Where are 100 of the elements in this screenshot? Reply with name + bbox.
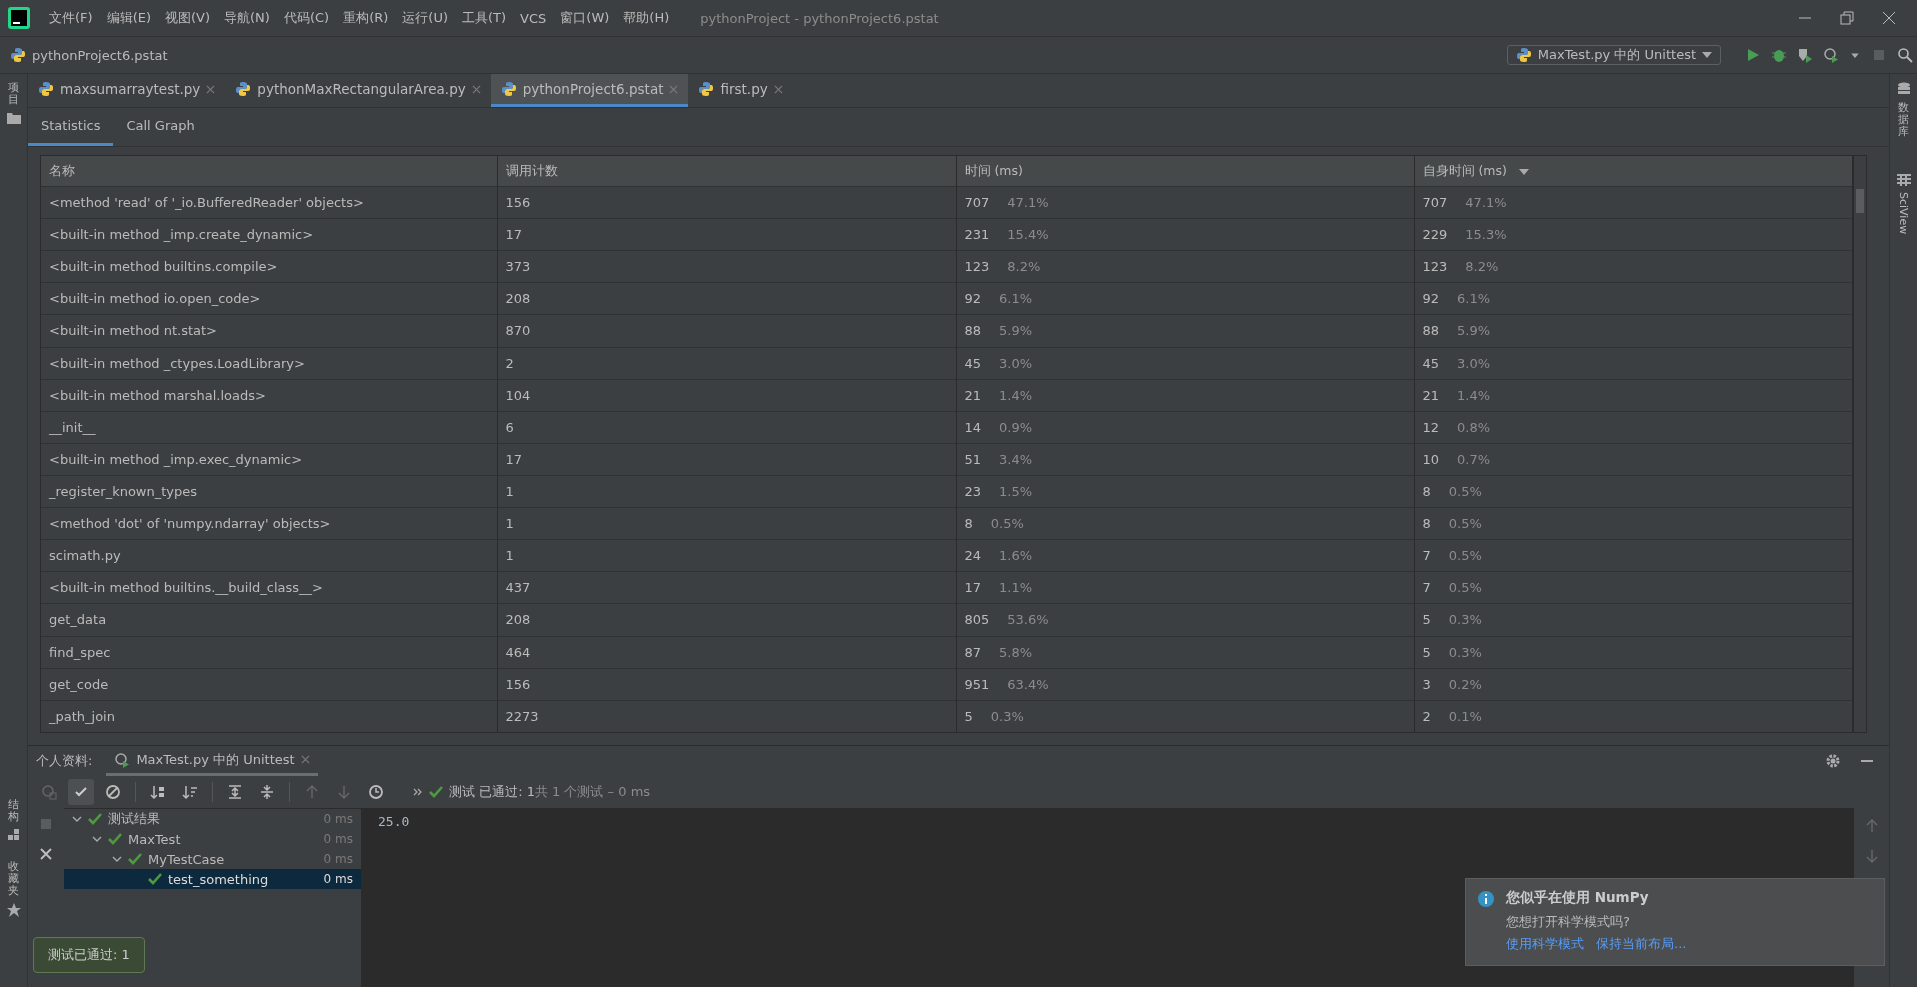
- close-icon[interactable]: [300, 755, 310, 764]
- percent-label: 0.5%: [1448, 548, 1482, 564]
- grid-icon[interactable]: [1896, 174, 1911, 187]
- expand-all-icon[interactable]: [227, 784, 243, 800]
- menu-item[interactable]: 编辑(E): [99, 9, 158, 27]
- folder-icon[interactable]: [6, 112, 21, 125]
- database-icon[interactable]: [1896, 82, 1911, 96]
- table-cell: get_data: [41, 603, 497, 637]
- editor-tab[interactable]: pythonMaxRectangularArea.py: [225, 74, 491, 107]
- bug-icon[interactable]: [1771, 47, 1787, 63]
- tool-window-tab[interactable]: SciView: [1897, 192, 1910, 235]
- menu-item[interactable]: 运行(U): [395, 9, 455, 27]
- settings-icon[interactable]: [1825, 753, 1841, 769]
- table-cell: 951: [964, 676, 990, 692]
- table-cell: 1: [497, 539, 956, 572]
- table-cell: 92: [964, 291, 982, 307]
- table-cell: <built-in method io.open_code>: [41, 282, 497, 315]
- editor-tab[interactable]: maxsumarraytest.py: [28, 74, 226, 107]
- editor-tab[interactable]: first.py: [688, 74, 793, 107]
- shield-run-icon[interactable]: [1797, 47, 1813, 63]
- clock-icon[interactable]: [368, 784, 384, 800]
- menu-item[interactable]: 帮助(H): [616, 9, 677, 27]
- column-header[interactable]: 调用计数: [497, 156, 956, 187]
- notification-link[interactable]: 保持当前布局...: [1596, 935, 1687, 953]
- double-chevron-icon[interactable]: [413, 788, 423, 796]
- menu-item[interactable]: 代码(C): [276, 9, 337, 27]
- clock-run-icon[interactable]: [1823, 47, 1839, 63]
- scrollbar-thumb[interactable]: [1856, 189, 1864, 213]
- tree-label: MaxTest: [128, 831, 181, 847]
- close-icon[interactable]: [773, 84, 783, 94]
- table-cell: _path_join: [41, 700, 497, 732]
- tree-item[interactable]: 测试结果 0 ms: [64, 809, 361, 829]
- clock-run-icon[interactable]: [114, 751, 131, 768]
- menu-item[interactable]: 重构(R): [336, 9, 396, 27]
- chevron-icon[interactable]: [92, 836, 102, 842]
- run-config-dropdown[interactable]: MaxTest.py 中的 Unittest: [1506, 45, 1721, 65]
- column-header[interactable]: 自身时间 (ms): [1414, 156, 1853, 187]
- tree-item[interactable]: MaxTest 0 ms: [64, 829, 361, 849]
- close-icon[interactable]: [471, 84, 481, 94]
- table-cell: <built-in method _imp.create_dynamic>: [41, 218, 497, 251]
- table-cell: 208: [497, 282, 956, 315]
- sort-alpha-icon[interactable]: [150, 784, 166, 800]
- chevron-icon[interactable]: [72, 816, 82, 822]
- percent-label: 5.9%: [999, 323, 1033, 339]
- cancel-icon[interactable]: [105, 784, 121, 800]
- restore-icon[interactable]: [1839, 10, 1855, 26]
- status-check-icon: [429, 786, 443, 798]
- table-cell: 6: [497, 411, 956, 444]
- close-icon[interactable]: [38, 846, 54, 862]
- menu-item[interactable]: 视图(V): [158, 9, 218, 27]
- table-cell: 3: [1422, 676, 1431, 692]
- column-header[interactable]: 时间 (ms): [956, 156, 1414, 187]
- percent-label: 6.1%: [1457, 291, 1491, 307]
- close-icon[interactable]: [1881, 10, 1897, 26]
- menu-item[interactable]: 导航(N): [217, 9, 277, 27]
- percent-label: 1.1%: [999, 580, 1033, 596]
- menu-item[interactable]: 文件(F): [42, 9, 100, 27]
- run-icon[interactable]: [1745, 47, 1761, 63]
- view-tab[interactable]: Call Graph: [113, 108, 208, 146]
- structure-icon[interactable]: [7, 828, 20, 841]
- notification-link[interactable]: 使用科学模式: [1506, 935, 1584, 953]
- table-cell: 707: [1422, 195, 1448, 211]
- search-icon[interactable]: [1897, 47, 1913, 63]
- table-cell: 14: [964, 419, 982, 435]
- percent-label: 1.6%: [999, 548, 1033, 564]
- table-cell: 10: [1422, 451, 1440, 467]
- tool-window-tab[interactable]: 项目: [8, 82, 19, 107]
- table-cell: get_code: [41, 668, 497, 701]
- percent-label: 0.7%: [1457, 451, 1491, 467]
- tool-window-tab[interactable]: 结构: [8, 798, 19, 823]
- tool-window-tab[interactable]: 数据库: [1898, 102, 1909, 139]
- table-cell: 23: [964, 484, 982, 500]
- close-icon[interactable]: [206, 84, 216, 94]
- table-cell: find_spec: [41, 636, 497, 669]
- breadcrumb[interactable]: pythonProject6.pstat: [32, 47, 168, 63]
- tree-item[interactable]: test_something 0 ms: [64, 869, 361, 889]
- table-cell: 21: [964, 387, 982, 403]
- menu-item[interactable]: 窗口(W): [553, 9, 617, 27]
- python-file-icon: [500, 81, 517, 97]
- app-logo: [8, 7, 30, 29]
- menu-item[interactable]: VCS: [513, 10, 554, 26]
- notification-title: 您似乎在使用 NumPy: [1506, 889, 1650, 907]
- percent-label: 63.4%: [1007, 676, 1049, 692]
- menu-item[interactable]: 工具(T): [455, 9, 514, 27]
- star-icon[interactable]: [6, 903, 21, 917]
- tool-window-tab[interactable]: 收藏夹: [8, 860, 19, 897]
- column-header[interactable]: 名称: [41, 156, 497, 187]
- table-cell: _register_known_types: [41, 475, 497, 508]
- view-tab[interactable]: Statistics: [28, 108, 114, 146]
- percent-label: 0.3%: [1448, 644, 1482, 660]
- chevron-icon[interactable]: [112, 856, 122, 862]
- editor-tab[interactable]: pythonProject6.pstat: [490, 74, 689, 107]
- run-tab[interactable]: MaxTest.py 中的 Unittest: [106, 746, 318, 776]
- table-cell: 231: [964, 227, 990, 243]
- percent-label: 0.5%: [1448, 580, 1482, 596]
- collapse-all-icon[interactable]: [259, 784, 275, 800]
- percent-label: 0.8%: [1457, 419, 1491, 435]
- tree-item[interactable]: MyTestCase 0 ms: [64, 849, 361, 869]
- table-cell: 5: [1422, 644, 1431, 660]
- sort-duration-icon[interactable]: [182, 784, 198, 800]
